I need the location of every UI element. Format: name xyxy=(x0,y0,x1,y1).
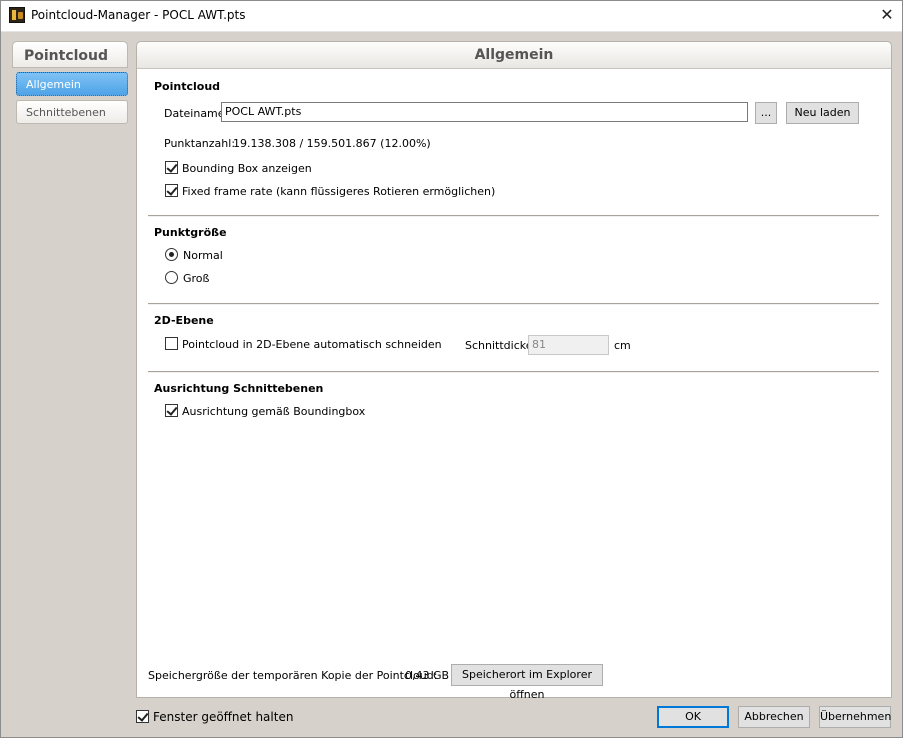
open-in-explorer-button[interactable]: Speicherort im Explorer öffnen xyxy=(451,664,603,701)
nav-header: Pointcloud xyxy=(12,41,128,68)
window-title: Pointcloud-Manager - POCL AWT.pts xyxy=(31,8,246,22)
ok-button[interactable]: OK xyxy=(657,706,729,728)
browse-button[interactable]: ... xyxy=(755,102,777,124)
section-title-pointcloud: Pointcloud xyxy=(154,80,221,93)
auto-cut-checkbox[interactable] xyxy=(165,337,178,350)
close-icon[interactable]: ✕ xyxy=(876,3,898,27)
radio-gross[interactable] xyxy=(165,271,178,284)
cut-thickness-label: Schnittdicke xyxy=(465,339,533,352)
section-title-point-size: Punktgröße xyxy=(154,226,227,239)
section-divider xyxy=(148,303,879,305)
section-title-alignment: Ausrichtung Schnittebenen xyxy=(154,382,324,395)
point-count-label: Punktanzahl: xyxy=(164,137,236,150)
panel-title: Allgemein xyxy=(137,42,891,69)
section-divider xyxy=(148,215,879,217)
filename-label: Dateiname xyxy=(164,107,225,120)
storage-size-label: Speichergröße der temporären Kopie der P… xyxy=(148,669,438,682)
bbox-alignment-checkbox[interactable] xyxy=(165,404,178,417)
nav-item-allgemein[interactable]: Allgemein xyxy=(16,72,128,96)
radio-normal[interactable] xyxy=(165,248,178,261)
filename-field[interactable]: POCL AWT.pts xyxy=(221,102,748,122)
apply-button[interactable]: Übernehmen xyxy=(819,706,891,728)
nav-item-schnittebenen[interactable]: Schnittebenen xyxy=(16,100,128,124)
bbox-alignment-label: Ausrichtung gemäß Boundingbox xyxy=(182,405,366,418)
keep-open-checkbox[interactable] xyxy=(136,710,149,723)
radio-normal-label: Normal xyxy=(183,249,223,262)
bounding-box-label: Bounding Box anzeigen xyxy=(182,162,312,175)
keep-open-label: Fenster geöffnet halten xyxy=(153,710,294,724)
bounding-box-checkbox[interactable] xyxy=(165,161,178,174)
storage-size-value: 0,43 GB xyxy=(405,669,450,682)
auto-cut-label: Pointcloud in 2D-Ebene automatisch schne… xyxy=(182,338,442,351)
fixed-frame-rate-label: Fixed frame rate (kann flüssigeres Rotie… xyxy=(182,185,496,198)
app-icon xyxy=(9,7,25,23)
cut-thickness-unit: cm xyxy=(614,339,631,352)
cut-thickness-field[interactable]: 81 xyxy=(528,335,609,355)
cancel-button[interactable]: Abbrechen xyxy=(738,706,810,728)
reload-button[interactable]: Neu laden xyxy=(786,102,859,124)
fixed-frame-rate-checkbox[interactable] xyxy=(165,184,178,197)
point-count-value: 19.138.308 / 159.501.867 (12.00%) xyxy=(233,137,431,150)
section-title-2d-plane: 2D-Ebene xyxy=(154,314,214,327)
section-divider xyxy=(148,371,879,373)
radio-gross-label: Groß xyxy=(183,272,210,285)
